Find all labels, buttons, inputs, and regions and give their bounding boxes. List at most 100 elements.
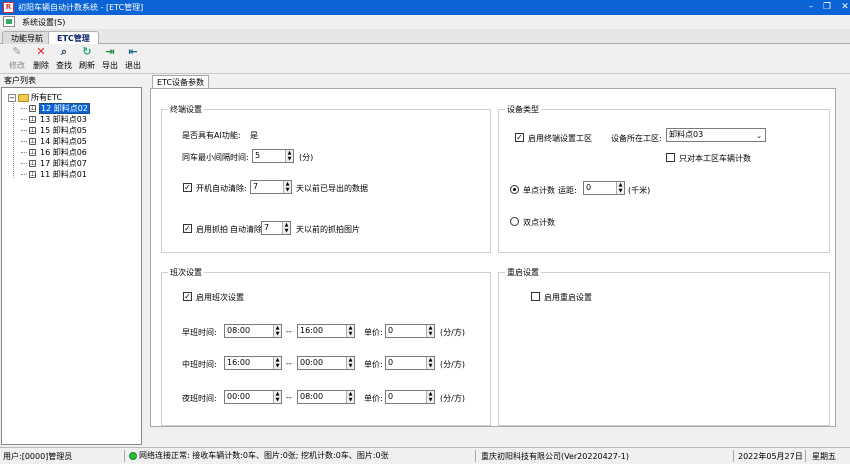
capture-checkbox[interactable]: ✓ (183, 224, 192, 233)
refresh-icon: ↻ (82, 45, 92, 58)
tree-node[interactable]: ⊥ 11 卸料点01 (21, 170, 88, 180)
delete-button[interactable]: ✕ 删除 (31, 46, 51, 72)
single-point-radio[interactable] (510, 185, 519, 194)
tree-node[interactable]: ⊥ 17 卸料点07 (21, 159, 88, 169)
count-only-checkbox[interactable] (666, 153, 675, 162)
spin-icon[interactable]: ▲ ▼ (346, 391, 354, 403)
folder-icon (18, 93, 29, 102)
spin-icon[interactable]: ▲ ▼ (283, 181, 291, 193)
refresh-button[interactable]: ↻ 刷新 (77, 46, 97, 72)
device-icon: ⊥ (29, 149, 36, 156)
capture-days-stepper[interactable]: 7 ▲ ▼ (261, 221, 291, 235)
exit-icon: ⇤ (128, 45, 138, 58)
shift-row-night: 夜班时间: 00:00 ▲ ▼ -- 08:00 ▲ ▼ 单价: 0 ▲ ▼ (分/方… (182, 390, 465, 404)
close-icon[interactable]: ✕ (834, 0, 850, 15)
export-button[interactable]: ⇥ 导出 (100, 46, 120, 72)
spin-icon[interactable]: ▲ ▼ (273, 357, 281, 369)
tree-node[interactable]: ⊥ 15 卸料点05 (21, 126, 88, 136)
radio-icon (510, 217, 519, 226)
checkbox-icon: ✓ (183, 183, 192, 192)
shift-price-stepper[interactable]: 0 ▲ ▼ (385, 390, 435, 404)
autoclear-checkbox[interactable]: ✓ (183, 183, 192, 192)
interval-stepper[interactable]: 5 ▲ ▼ (252, 149, 294, 163)
edit-button[interactable]: ✎ 修改 (7, 46, 27, 72)
customer-tree[interactable]: − 所有ETC ⊥ 12 卸料点02 ⊥ 13 卸料点03 ⊥ 15 卸料点05 ⊥ 14… (1, 87, 142, 445)
group-title: 重启设置 (505, 267, 541, 278)
tab-navigation[interactable]: 功能导航 (2, 31, 52, 44)
tab-etc-params[interactable]: ETC设备参数 (152, 75, 210, 88)
shift-start-time[interactable]: 00:00 ▲ ▼ (224, 390, 282, 404)
delete-icon: ✕ (36, 45, 46, 58)
shift-end-time[interactable]: 16:00 ▲ ▼ (297, 324, 355, 338)
tree-node[interactable]: ⊥ 14 卸料点05 (21, 137, 88, 147)
restart-settings-group: 重启设置 启用重启设置 (498, 267, 830, 426)
tree-node[interactable]: ⊥ 12 卸料点02 (21, 103, 90, 114)
device-icon: ⊥ (29, 127, 36, 134)
device-icon: ⊥ (29, 138, 36, 145)
status-user: 用户:[0000]管理员 (3, 452, 73, 461)
autoclear-days-stepper[interactable]: 7 ▲ ▼ (250, 180, 292, 194)
checkbox-icon: ✓ (183, 224, 192, 233)
radio-icon (510, 185, 519, 194)
device-icon: ⊥ (29, 171, 36, 178)
status-company: 重庆初阳科技有限公司(Ver20220427-1) (481, 452, 629, 461)
status-network: 网络连接正常: 接收车辆计数:0车、图片:0张; 挖机计数:0车、图片:0张 (129, 450, 389, 461)
title-bar: R 初阳车辆自动计数系统 - [ETC管理] – ❐ ✕ (0, 0, 850, 15)
shift-row-middle: 中班时间: 16:00 ▲ ▼ -- 00:00 ▲ ▼ 单价: 0 ▲ ▼ (分/方… (182, 356, 465, 370)
shift-start-time[interactable]: 16:00 ▲ ▼ (224, 356, 282, 370)
tab-strip: 功能导航 ETC管理 (0, 29, 850, 44)
status-bar: 用户:[0000]管理员 网络连接正常: 接收车辆计数:0车、图片:0张; 挖机… (0, 447, 850, 464)
status-weekday: 星期五 (812, 452, 836, 461)
shift-price-stepper[interactable]: 0 ▲ ▼ (385, 356, 435, 370)
status-led-icon (129, 451, 137, 460)
document-icon (3, 16, 15, 27)
tab-etc-management[interactable]: ETC管理 (48, 31, 99, 44)
window-title: 初阳车辆自动计数系统 - [ETC管理] (18, 3, 144, 12)
spin-icon[interactable]: ▲ ▼ (426, 357, 434, 369)
chevron-down-icon: ⌄ (756, 132, 762, 140)
device-icon: ⊥ (29, 160, 36, 167)
spin-icon[interactable]: ▲ ▼ (426, 391, 434, 403)
device-icon: ⊥ (29, 105, 36, 112)
double-point-radio[interactable] (510, 217, 519, 226)
spin-icon[interactable]: ▲ ▼ (273, 325, 281, 337)
tree-node[interactable]: ⊥ 13 卸料点03 (21, 115, 88, 125)
tree-node[interactable]: ⊥ 16 卸料点06 (21, 148, 88, 158)
zone-select[interactable]: 卸料点03 ⌄ (666, 128, 766, 142)
device-icon: ⊥ (29, 116, 36, 123)
spin-icon[interactable]: ▲ ▼ (282, 222, 290, 234)
checkbox-icon (666, 153, 675, 162)
app-icon: R (3, 2, 14, 13)
customer-list-title: 客户列表 (4, 76, 36, 85)
distance-stepper[interactable]: 0 ▲ ▼ (583, 181, 625, 195)
exit-button[interactable]: ⇤ 退出 (123, 46, 143, 72)
terminal-settings-group: 终端设置 是否具有AI功能: 是 同车最小间隔时间: 5 ▲ ▼ (分) ✓ 开机… (161, 104, 491, 253)
menu-system-settings[interactable]: 系统设置(S) (22, 17, 65, 28)
group-title: 设备类型 (505, 104, 541, 115)
spin-icon[interactable]: ▲ ▼ (616, 182, 624, 194)
collapse-icon[interactable]: − (8, 93, 16, 102)
enable-shift-checkbox[interactable]: ✓ (183, 292, 192, 301)
spin-icon[interactable]: ▲ ▼ (426, 325, 434, 337)
shift-price-stepper[interactable]: 0 ▲ ▼ (385, 324, 435, 338)
spin-icon[interactable]: ▲ ▼ (346, 325, 354, 337)
enable-zone-checkbox[interactable]: ✓ (515, 133, 524, 142)
group-title: 班次设置 (168, 267, 204, 278)
search-button[interactable]: ⌕ 查找 (54, 46, 74, 72)
status-date: 2022年05月27日 (738, 452, 803, 461)
checkbox-icon: ✓ (183, 292, 192, 301)
ai-value: 是 (250, 131, 258, 140)
spin-icon[interactable]: ▲ ▼ (346, 357, 354, 369)
spin-icon[interactable]: ▲ ▼ (273, 391, 281, 403)
enable-restart-checkbox[interactable] (531, 292, 540, 301)
shift-end-time[interactable]: 00:00 ▲ ▼ (297, 356, 355, 370)
shift-start-time[interactable]: 08:00 ▲ ▼ (224, 324, 282, 338)
export-icon: ⇥ (105, 45, 115, 58)
tree-root[interactable]: − 所有ETC (8, 93, 62, 103)
shift-end-time[interactable]: 08:00 ▲ ▼ (297, 390, 355, 404)
etc-params-panel: 终端设置 是否具有AI功能: 是 同车最小间隔时间: 5 ▲ ▼ (分) ✓ 开机… (150, 88, 836, 427)
device-type-group: 设备类型 ✓ 启用终端设置工区 设备所在工区: 卸料点03 ⌄ 只对本工区车辆计… (498, 104, 830, 253)
toolbar: ✎ 修改 ✕ 删除 ⌕ 查找 ↻ 刷新 ⇥ 导出 ⇤ 退出 (0, 44, 850, 74)
spin-icon[interactable]: ▲ ▼ (285, 150, 293, 162)
menu-bar: 系统设置(S) (0, 15, 850, 29)
